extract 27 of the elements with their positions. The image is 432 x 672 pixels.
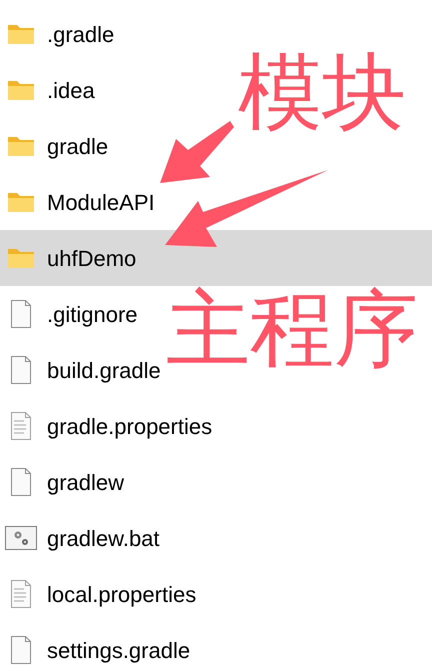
folder-icon bbox=[6, 79, 34, 101]
file-row[interactable]: uhfDemo bbox=[0, 230, 432, 286]
file-name: .gradle bbox=[47, 20, 114, 49]
folder-icon bbox=[6, 135, 34, 157]
file-icon bbox=[8, 635, 32, 665]
gear-window-icon bbox=[4, 526, 36, 550]
file-name: local.properties bbox=[47, 580, 196, 609]
folder-icon bbox=[6, 23, 34, 45]
file-icon bbox=[8, 355, 32, 385]
file-icon bbox=[8, 467, 32, 497]
file-name: .idea bbox=[47, 76, 95, 104]
file-name: gradle bbox=[47, 132, 108, 161]
folder-icon bbox=[6, 191, 34, 213]
file-name: ModuleAPI bbox=[47, 188, 155, 216]
text-file-icon bbox=[8, 579, 32, 609]
file-name: build.gradle bbox=[47, 356, 161, 385]
file-icon bbox=[8, 299, 32, 329]
file-name: gradlew.bat bbox=[47, 524, 160, 553]
file-name: gradlew bbox=[47, 468, 124, 497]
file-name: gradle.properties bbox=[47, 412, 212, 441]
file-name: uhfDemo bbox=[47, 244, 136, 272]
annotation-label: 模块 bbox=[238, 50, 406, 134]
file-name: settings.gradle bbox=[47, 636, 190, 665]
annotation-label: 主程序 bbox=[166, 287, 418, 371]
text-file-icon bbox=[8, 411, 32, 441]
file-name: .gitignore bbox=[47, 300, 138, 329]
folder-icon bbox=[6, 247, 34, 269]
